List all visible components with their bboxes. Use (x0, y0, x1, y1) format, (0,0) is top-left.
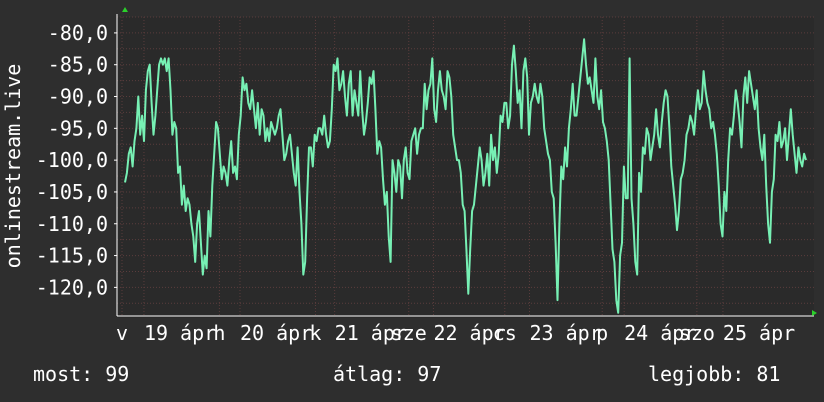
x-tick-label: 20 ápr (240, 321, 312, 345)
y-tick-label: -95,0 (48, 116, 108, 140)
y-tick-label: -90,0 (48, 85, 108, 109)
x-axis-ticks: v 19 áprh 20 áprk 21 áprsze 22 áprcs 23 áprp 2… (116, 321, 795, 345)
x-tick-label: v (116, 321, 128, 345)
y-tick-label: -110,0 (36, 212, 108, 236)
y-tick-label: -85,0 (48, 53, 108, 77)
x-tick-label: p (596, 321, 608, 345)
stat-current: most: 99 (33, 362, 130, 386)
y-tick-label: -120,0 (36, 275, 108, 299)
y-tick-label: -115,0 (36, 244, 108, 268)
x-tick-label: k (309, 321, 321, 345)
stat-best: legjobb: 81 (648, 362, 781, 386)
y-axis-label: onlinestream.live (1, 64, 25, 269)
x-axis-arrow-icon (812, 310, 817, 316)
stat-average: átlag: 97 (333, 362, 442, 386)
x-tick-label: h (213, 321, 225, 345)
x-tick-label: 23 ápr (529, 321, 601, 345)
x-tick-label: 19 ápr (144, 321, 216, 345)
x-tick-label: sze (391, 321, 427, 345)
y-tick-label: -100,0 (36, 148, 108, 172)
y-tick-label: -80,0 (48, 21, 108, 45)
chart: -80,0 -85,0 -90,0 -95,0 -100,0 -105,0 -110,0 -1… (1, 7, 817, 345)
x-tick-label: 25 ápr (723, 321, 795, 345)
x-tick-label: szo (679, 321, 715, 345)
x-tick-label: cs (493, 321, 517, 345)
y-tick-label: -105,0 (36, 180, 108, 204)
y-axis-ticks: -80,0 -85,0 -90,0 -95,0 -100,0 -105,0 -110,0 -1… (36, 21, 117, 299)
y-axis-arrow-icon (122, 7, 128, 12)
